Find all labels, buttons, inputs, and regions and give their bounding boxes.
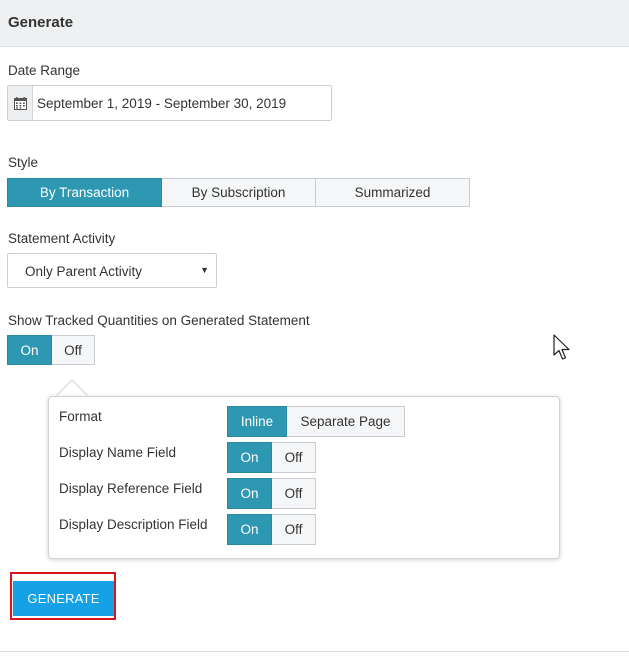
panel-title: Generate (8, 14, 74, 31)
display-reference-field-toggle: On Off (227, 478, 316, 509)
display-name-field-off-button[interactable]: Off (272, 442, 316, 473)
display-reference-field-label: Display Reference Field (59, 481, 203, 496)
style-toggle-group: By Transaction By Subscription Summarize… (7, 178, 470, 207)
display-description-field-toggle: On Off (227, 514, 316, 545)
display-description-field-on-button[interactable]: On (227, 514, 272, 545)
display-name-field-on-button[interactable]: On (227, 442, 272, 473)
display-name-field-toggle: On Off (227, 442, 316, 473)
date-range-value: September 1, 2019 - September 30, 2019 (37, 96, 287, 111)
display-reference-field-off-button[interactable]: Off (272, 478, 316, 509)
format-separate-page-button[interactable]: Separate Page (287, 406, 405, 437)
display-description-field-label: Display Description Field (59, 517, 208, 532)
tracked-quantities-label: Show Tracked Quantities on Generated Sta… (8, 313, 310, 328)
mouse-cursor-icon (553, 334, 570, 360)
style-by-subscription-button[interactable]: By Subscription (162, 178, 316, 207)
display-name-field-label: Display Name Field (59, 445, 177, 460)
format-inline-button[interactable]: Inline (227, 406, 287, 437)
tracked-quantities-off-button[interactable]: Off (52, 335, 95, 365)
style-by-transaction-button[interactable]: By Transaction (7, 178, 162, 207)
tracked-quantities-on-button[interactable]: On (7, 335, 52, 365)
tracked-quantities-options-popover: Format Inline Separate Page Display Name… (48, 396, 560, 559)
panel-header: Generate (0, 0, 629, 47)
display-description-field-off-button[interactable]: Off (272, 514, 316, 545)
style-summarized-button[interactable]: Summarized (316, 178, 470, 207)
style-label: Style (8, 155, 39, 170)
statement-activity-select[interactable]: Only Parent Activity ▼ (7, 253, 217, 288)
date-range-input[interactable]: September 1, 2019 - September 30, 2019 (7, 85, 332, 121)
statement-activity-label: Statement Activity (8, 231, 116, 246)
dropdown-arrow-icon: ▼ (200, 265, 209, 275)
generate-button[interactable]: GENERATE (13, 581, 114, 616)
date-addon[interactable] (8, 86, 33, 120)
statement-activity-value: Only Parent Activity (25, 264, 143, 279)
date-range-label: Date Range (8, 63, 81, 78)
tracked-quantities-toggle: On Off (7, 335, 95, 365)
display-reference-field-on-button[interactable]: On (227, 478, 272, 509)
format-label: Format (59, 409, 102, 424)
calendar-icon (14, 97, 27, 110)
format-toggle-group: Inline Separate Page (227, 406, 405, 437)
